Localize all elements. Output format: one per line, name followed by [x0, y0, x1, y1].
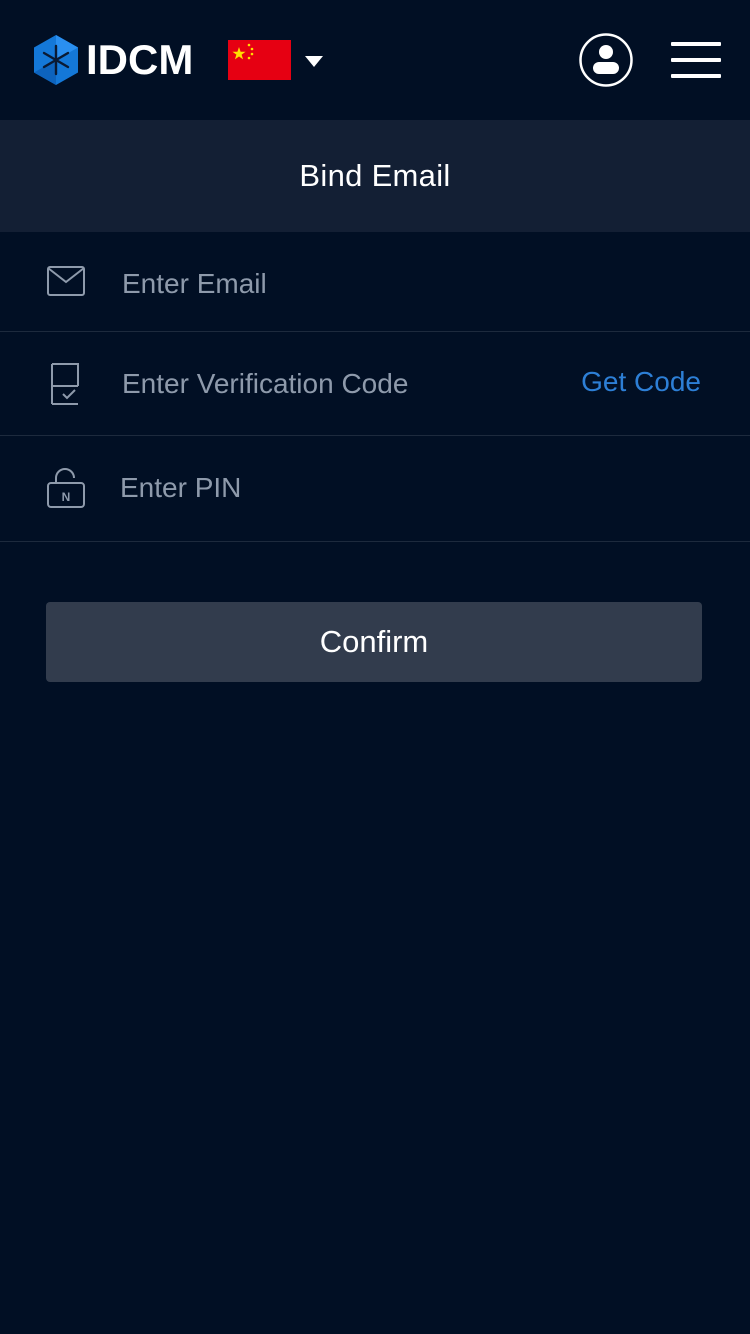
email-input[interactable]: [122, 264, 682, 304]
pin-field-row: N: [0, 436, 750, 542]
idcm-logo-icon[interactable]: [33, 34, 79, 86]
user-circle-icon[interactable]: [579, 33, 633, 87]
top-navigation-bar: IDCM: [0, 0, 750, 120]
confirm-button[interactable]: Confirm: [46, 602, 702, 682]
get-code-button[interactable]: Get Code: [581, 364, 701, 400]
caret-down-icon[interactable]: [305, 56, 323, 67]
verification-code-input[interactable]: [122, 364, 552, 404]
pin-input[interactable]: [120, 468, 680, 508]
page-title-bar: Bind Email: [0, 120, 750, 232]
page-title: Bind Email: [299, 158, 451, 193]
pin-icon-letter: N: [62, 490, 71, 504]
email-field-row: [0, 232, 750, 332]
unlocked-padlock-icon: N: [47, 468, 85, 508]
document-check-icon: [51, 363, 79, 405]
verification-code-row: Get Code: [0, 332, 750, 436]
envelope-icon: [47, 266, 85, 296]
brand-name[interactable]: IDCM: [86, 36, 193, 84]
hamburger-menu-icon[interactable]: [671, 40, 721, 80]
china-flag-icon[interactable]: [228, 40, 291, 80]
